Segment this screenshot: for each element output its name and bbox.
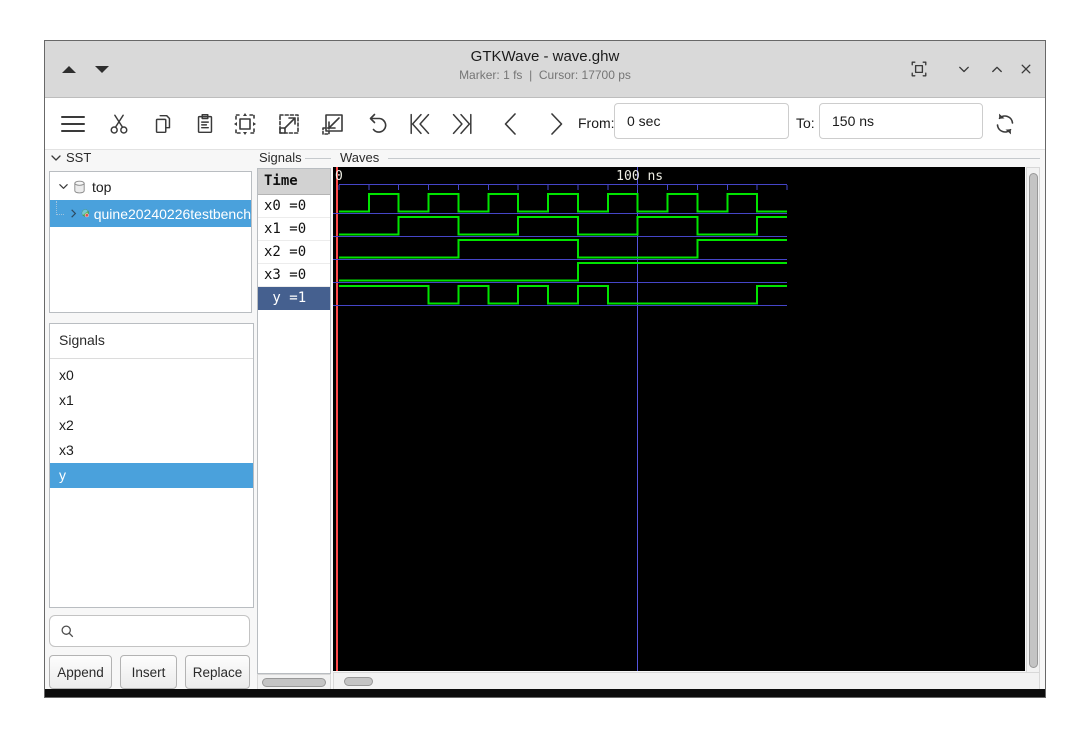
tree-guide-line [56, 200, 64, 215]
window-title: GTKWave - wave.ghw [470, 48, 620, 65]
titlebar-text: GTKWave - wave.ghw Marker: 1 fs | Cursor… [45, 47, 1045, 83]
signal-search-box[interactable] [49, 615, 250, 647]
chevron-down-icon [959, 66, 969, 73]
paste-button[interactable] [191, 110, 219, 138]
waves-vscrollbar[interactable] [1026, 167, 1040, 691]
copy-icon [155, 114, 171, 134]
from-input[interactable] [614, 103, 789, 139]
name-row-x3[interactable]: x3 =0 [258, 264, 330, 287]
zoom-in-button[interactable] [275, 110, 303, 138]
search-icon [61, 625, 74, 637]
zoom-in-icon [279, 114, 299, 134]
undo-button[interactable] [365, 110, 393, 138]
sst-label: SST [66, 150, 92, 165]
reload-button[interactable] [991, 110, 1019, 138]
waves-frame-line [388, 158, 1040, 159]
waves-hscrollbar-thumb[interactable] [344, 677, 373, 686]
step-right-button[interactable] [542, 110, 570, 138]
to-label: To: [796, 115, 815, 131]
tree-item-label: top [92, 178, 112, 195]
tree-item-label: quine20240226testbench [93, 205, 251, 222]
append-button[interactable]: Append [49, 655, 112, 689]
tree-expanded-chevron-icon[interactable] [56, 181, 70, 192]
fullscreen-icon [911, 61, 927, 77]
names-hscrollbar-thumb[interactable] [262, 678, 326, 687]
undo-arrow-icon [369, 113, 387, 133]
marker-cursor-status: Marker: 1 fs | Cursor: 17700 ps [459, 68, 631, 82]
ruler-label: 100 ns [616, 169, 663, 184]
reload-icon [996, 113, 1014, 135]
name-row-x2[interactable]: x2 =0 [258, 241, 330, 264]
zoom-fit-button[interactable] [231, 110, 259, 138]
menu-button[interactable] [59, 110, 87, 138]
wave-trace-x0 [339, 193, 788, 213]
zoom-fit-icon [234, 113, 256, 135]
sst-tree-panel: top quine20240226testbench [49, 171, 252, 313]
zoom-out-button[interactable] [319, 110, 347, 138]
name-row-y[interactable]: y =1 [258, 287, 330, 310]
hamburger-menu-icon [61, 116, 85, 132]
waves-vscrollbar-thumb[interactable] [1029, 173, 1038, 668]
cut-button[interactable] [105, 110, 133, 138]
chevron-left-icon [504, 113, 516, 135]
step-left-button[interactable] [497, 110, 525, 138]
sst-expander[interactable]: SST [50, 150, 91, 165]
fullscreen-button[interactable] [905, 55, 933, 83]
signal-names-panel: Time x0 =0 x1 =0 x2 =0 x3 =0 y =1 [257, 168, 331, 674]
zoom-out-icon [322, 114, 343, 135]
skip-end-icon [452, 113, 472, 135]
waves-frame-label: Waves [340, 150, 380, 165]
names-frame-line [305, 158, 331, 159]
search-input[interactable] [82, 622, 249, 640]
minimize-button[interactable] [950, 55, 978, 83]
wave-trace-y [339, 285, 788, 305]
close-icon [1021, 64, 1031, 74]
wave-trace-x2 [339, 239, 788, 259]
wave-trace-x3 [339, 262, 788, 282]
names-hscrollbar[interactable] [257, 674, 331, 690]
signal-item-x3[interactable]: x3 [50, 438, 253, 463]
tree-collapsed-chevron-icon[interactable] [68, 208, 79, 219]
clipboard-paste-icon [197, 114, 213, 134]
chevron-right-icon [551, 113, 563, 135]
database-icon [74, 180, 85, 193]
module-icon [81, 209, 89, 218]
name-row-x1[interactable]: x1 =0 [258, 218, 330, 241]
chevron-up-icon [992, 66, 1002, 73]
from-label: From: [578, 115, 615, 131]
signal-item-y[interactable]: y [50, 463, 253, 488]
name-row-x0[interactable]: x0 =0 [258, 195, 330, 218]
wave-canvas[interactable]: 0 100 ns [333, 167, 1025, 671]
maximize-button[interactable] [983, 55, 1011, 83]
names-frame-label: Signals [259, 150, 302, 165]
skip-to-end-button[interactable] [447, 110, 475, 138]
skip-start-icon [410, 113, 430, 135]
scissors-icon [110, 114, 128, 134]
toolbar: From: To: [45, 98, 1045, 150]
signal-item-x0[interactable]: x0 [50, 363, 253, 388]
skip-to-start-button[interactable] [407, 110, 435, 138]
insert-button[interactable]: Insert [120, 655, 177, 689]
time-header[interactable]: Time [258, 169, 330, 195]
header-separator [50, 358, 253, 359]
signal-list-panel: Signals x0 x1 x2 x3 y [49, 323, 254, 608]
waves-hscrollbar[interactable] [333, 672, 1040, 690]
tree-item-testbench[interactable]: quine20240226testbench [50, 200, 251, 227]
titlebar[interactable]: GTKWave - wave.ghw Marker: 1 fs | Cursor… [45, 41, 1045, 98]
expander-chevron-icon [51, 154, 61, 161]
wave-trace-x1 [339, 216, 788, 236]
tree-item-top[interactable]: top [50, 173, 251, 200]
gtkwave-window: GTKWave - wave.ghw Marker: 1 fs | Cursor… [44, 40, 1046, 698]
window-bottom-edge [45, 689, 1045, 697]
to-input[interactable] [819, 103, 983, 139]
close-button[interactable] [1012, 55, 1040, 83]
signal-item-x1[interactable]: x1 [50, 388, 253, 413]
ruler-label: 0 [335, 169, 343, 184]
replace-button[interactable]: Replace [185, 655, 250, 689]
signal-list-header: Signals [59, 332, 105, 348]
signal-item-x2[interactable]: x2 [50, 413, 253, 438]
copy-button[interactable] [149, 110, 177, 138]
